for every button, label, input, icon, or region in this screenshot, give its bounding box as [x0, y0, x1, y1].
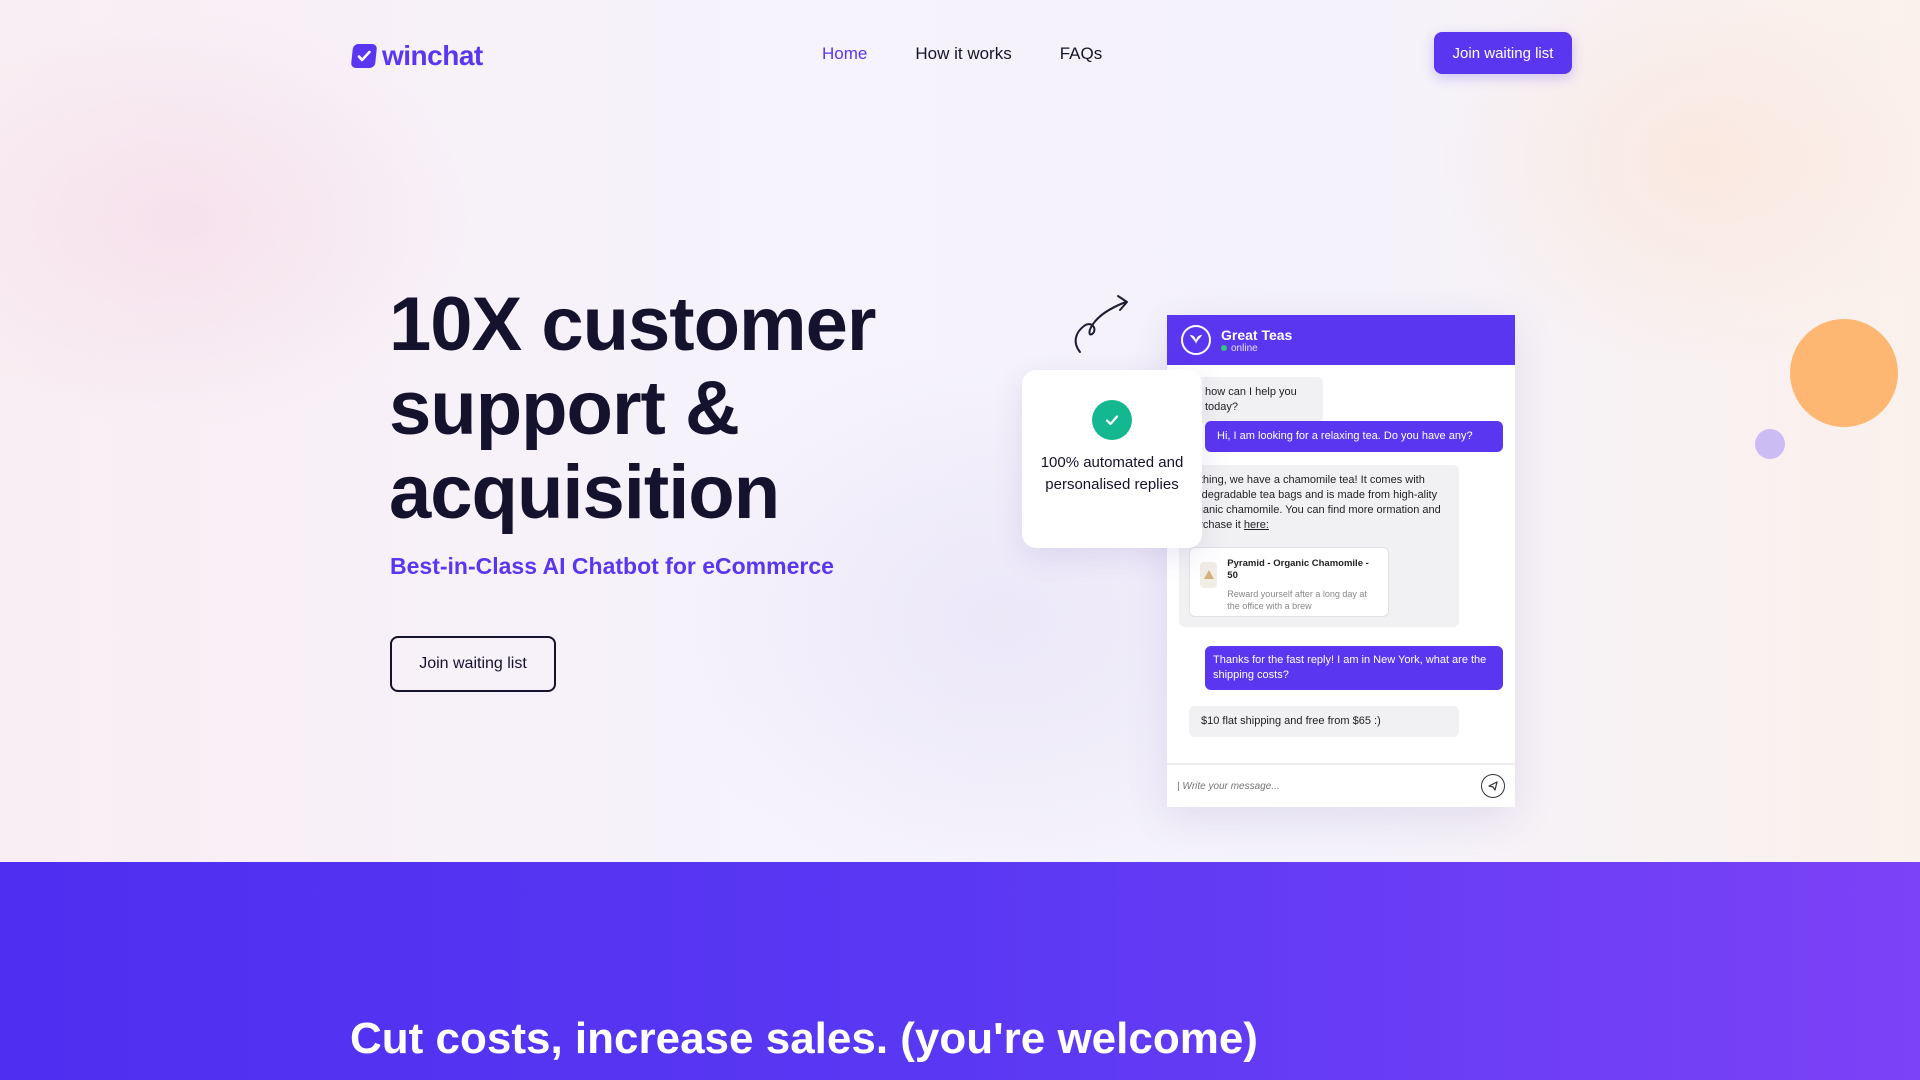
section-title: Cut costs, increase sales. (you're welco…	[350, 1014, 1258, 1063]
chat-shop-name: Great Teas	[1221, 326, 1293, 343]
logo[interactable]: winchat	[350, 40, 483, 72]
main-nav: Home How it works FAQs	[822, 44, 1102, 64]
nav-how-it-works[interactable]: How it works	[915, 44, 1011, 64]
product-description: Reward yourself after a long day at the …	[1227, 589, 1367, 611]
tea-bag-icon	[1200, 562, 1218, 588]
chat-header: Great Teas online	[1167, 315, 1515, 365]
online-indicator	[1221, 345, 1227, 351]
decorative-lilac-circle	[1755, 429, 1785, 459]
product-card[interactable]: Pyramid - Organic Chamomile - 50 Reward …	[1189, 547, 1389, 617]
feature-text: 100% automated and personalised replies	[1040, 454, 1184, 493]
product-name: Pyramid - Organic Chamomile - 50	[1227, 558, 1369, 581]
chat-message-user: Hi, I am looking for a relaxing tea. Do …	[1205, 421, 1503, 452]
hero-background	[0, 0, 1920, 862]
nav-home[interactable]: Home	[822, 44, 867, 64]
logo-text: winchat	[382, 40, 483, 71]
hero-subhead: Best-in-Class AI Chatbot for eCommerce	[390, 553, 834, 579]
chat-status-label: online	[1231, 342, 1258, 354]
chat-message-bot: how can I help you today?	[1197, 377, 1323, 423]
curved-arrow-icon	[1074, 295, 1128, 353]
product-link[interactable]: here:	[1244, 519, 1269, 531]
feature-card: 100% automated and personalised replies	[1022, 370, 1202, 548]
check-icon	[1092, 400, 1132, 440]
join-waiting-list-button-hero[interactable]: Join waiting list	[390, 636, 556, 692]
nav-faqs[interactable]: FAQs	[1060, 44, 1103, 64]
value-section: Cut costs, increase sales. (you're welco…	[0, 862, 1920, 1080]
chat-message-user: Thanks for the fast reply! I am in New Y…	[1205, 646, 1503, 690]
chat-composer	[1167, 763, 1515, 807]
chat-message-input[interactable]	[1177, 780, 1457, 792]
leaf-icon	[1181, 325, 1211, 355]
chat-message-text: re thing, we have a chamomile tea! It co…	[1187, 474, 1441, 531]
send-icon[interactable]	[1481, 774, 1505, 798]
chat-status: online	[1221, 343, 1292, 354]
decorative-orange-circle	[1790, 319, 1898, 427]
hero-headline: 10X customer support & acquisition	[389, 282, 876, 535]
chat-widget: Great Teas online how can I help you tod…	[1167, 315, 1515, 807]
join-waiting-list-button-nav[interactable]: Join waiting list	[1434, 32, 1572, 74]
chat-message-bot: $10 flat shipping and free from $65 :)	[1189, 706, 1459, 737]
logo-check-icon	[350, 44, 378, 68]
